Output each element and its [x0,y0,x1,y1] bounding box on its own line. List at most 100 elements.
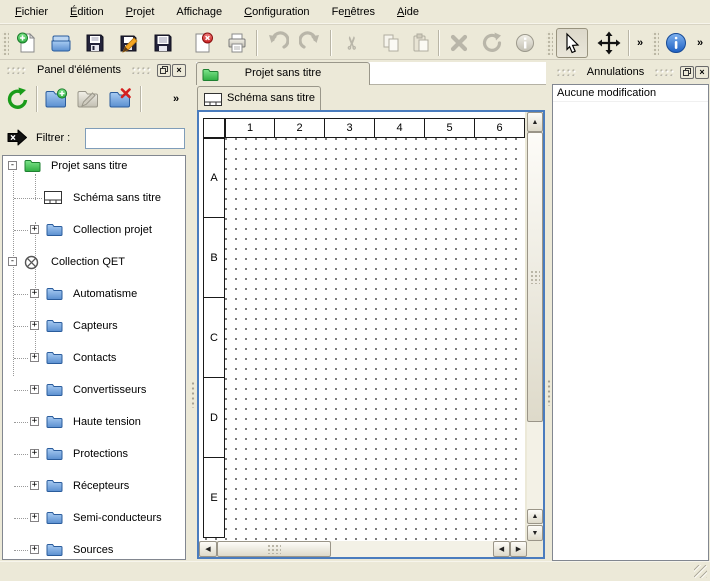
toolbar-overflow-button[interactable]: » [692,28,708,58]
tree-item-schema[interactable]: Schéma sans titre [3,190,185,206]
toolbar-overflow-button[interactable]: » [631,28,649,58]
horizontal-scrollbar[interactable]: ◀ ◀ ▶ [199,541,527,557]
copy-button[interactable] [376,28,406,58]
paste-button[interactable] [406,28,436,58]
tree-item-collection-projet[interactable]: + Collection projet [3,222,185,238]
save-button[interactable] [80,28,110,58]
menu-affichage[interactable]: Affichage [165,2,233,22]
reload-collections-button[interactable] [4,84,32,114]
tree-item-semi-conducteurs[interactable]: + Semi-conducteurs [3,510,185,526]
rotate-button[interactable] [477,28,507,58]
tree-item-recepteurs[interactable]: + Récepteurs [3,478,185,494]
tree-item-protections[interactable]: + Protections [3,446,185,462]
tree-item-convertisseurs[interactable]: + Convertisseurs [3,382,185,398]
toolbar-drag-handle[interactable] [652,31,659,55]
expand-expander-icon[interactable]: + [30,225,39,234]
expand-expander-icon[interactable]: + [30,513,39,522]
splitter-left[interactable] [190,380,195,408]
copy-icon [379,31,403,55]
toolbar-separator [140,86,141,112]
expand-expander-icon[interactable]: + [30,481,39,490]
delete-button[interactable] [444,28,474,58]
expand-expander-icon[interactable]: + [30,385,39,394]
collapse-expander-icon[interactable]: - [8,257,17,266]
horizontal-scroll-thumb[interactable] [217,541,331,557]
menu-fenetres[interactable]: Fenêtres [321,2,386,22]
expand-expander-icon[interactable]: + [30,289,39,298]
schema-sheet-icon [44,191,62,204]
scroll-left-button[interactable]: ◀ [199,541,217,557]
edit-category-button[interactable] [74,84,102,114]
cut-button[interactable]: ✂ [338,28,368,58]
vertical-scroll-thumb[interactable] [527,132,543,422]
chevron-double-icon: » [697,37,703,49]
about-qt-button[interactable] [661,28,691,58]
grid-row-header: B [203,218,225,298]
tab-schema[interactable]: Schéma sans titre [197,86,321,110]
tree-item-sources[interactable]: + Sources [3,542,185,558]
float-panel-button[interactable] [157,64,171,77]
info-disabled-button[interactable] [510,28,540,58]
reload-icon [6,87,30,111]
menu-projet[interactable]: Projet [115,2,166,22]
float-panel-button[interactable] [680,66,694,79]
select-tool-button[interactable] [556,28,588,58]
collections-toolbar-overflow[interactable]: » [166,84,186,114]
menu-edition[interactable]: Édition [59,2,115,22]
close-project-button[interactable] [188,28,218,58]
arrow-down-icon: ▼ [532,530,539,537]
print-button[interactable] [222,28,252,58]
collapse-expander-icon[interactable]: - [8,161,17,170]
tree-item-collection-qet[interactable]: - Collection QET [3,254,185,270]
scroll-right-button[interactable]: ▶ [510,541,527,557]
grid-column-header: 2 [275,118,325,138]
toolbar-drag-handle[interactable] [2,31,9,55]
delete-category-button[interactable] [106,84,134,114]
tree-item-capteurs[interactable]: + Capteurs [3,318,185,334]
menu-fichier[interactable]: Fichier [4,2,59,22]
tree-item-project[interactable]: - Projet sans titre [3,158,185,174]
clear-filter-button[interactable] [7,129,28,146]
undo-panel-header[interactable]: Annulations × [552,64,709,80]
save-all-button[interactable] [148,28,178,58]
close-panel-button[interactable]: × [172,64,186,77]
expand-expander-icon[interactable]: + [30,321,39,330]
elements-panel-header[interactable]: Panel d'éléments × [2,62,186,78]
scroll-up-button[interactable]: ▲ [527,509,543,524]
close-panel-button[interactable]: × [695,66,709,79]
toolbar-separator [628,30,629,56]
tree-item-haute-tension[interactable]: + Haute tension [3,414,185,430]
undo-button[interactable] [262,28,292,58]
expand-expander-icon[interactable]: + [30,417,39,426]
new-project-button[interactable] [12,28,42,58]
scroll-left-button[interactable]: ◀ [493,541,510,557]
undo-list-item[interactable]: Aucune modification [553,85,708,102]
blue-folder-icon [46,351,63,364]
scroll-up-button[interactable]: ▲ [527,112,543,132]
filter-input[interactable] [85,128,185,149]
expand-expander-icon[interactable]: + [30,353,39,362]
new-category-button[interactable] [42,84,70,114]
resize-grip-icon[interactable] [694,565,707,578]
open-project-button[interactable] [46,28,76,58]
menu-aide[interactable]: Aide [386,2,430,22]
tree-item-contacts[interactable]: + Contacts [3,350,185,366]
tree-item-automatisme[interactable]: + Automatisme [3,286,185,302]
move-tool-button[interactable] [594,28,624,58]
tab-project[interactable]: Projet sans titre [196,62,370,85]
expand-expander-icon[interactable]: + [30,449,39,458]
redo-button[interactable] [296,28,326,58]
save-as-button[interactable] [114,28,144,58]
undo-history-list[interactable]: Aucune modification [552,84,709,561]
menu-configuration[interactable]: Configuration [233,2,320,22]
scroll-down-button[interactable]: ▼ [527,525,543,541]
edit-folder-icon [76,88,100,110]
tree-stub [14,486,28,487]
toolbar-drag-handle[interactable] [546,31,553,55]
tree-stub [14,198,42,199]
info-icon [514,32,536,54]
vertical-scrollbar[interactable]: ▲ ▲ ▼ [527,112,543,541]
schema-canvas[interactable]: 1 2 3 4 5 6 A B C D E [199,112,525,541]
open-folder-icon [49,31,73,55]
expand-expander-icon[interactable]: + [30,545,39,554]
